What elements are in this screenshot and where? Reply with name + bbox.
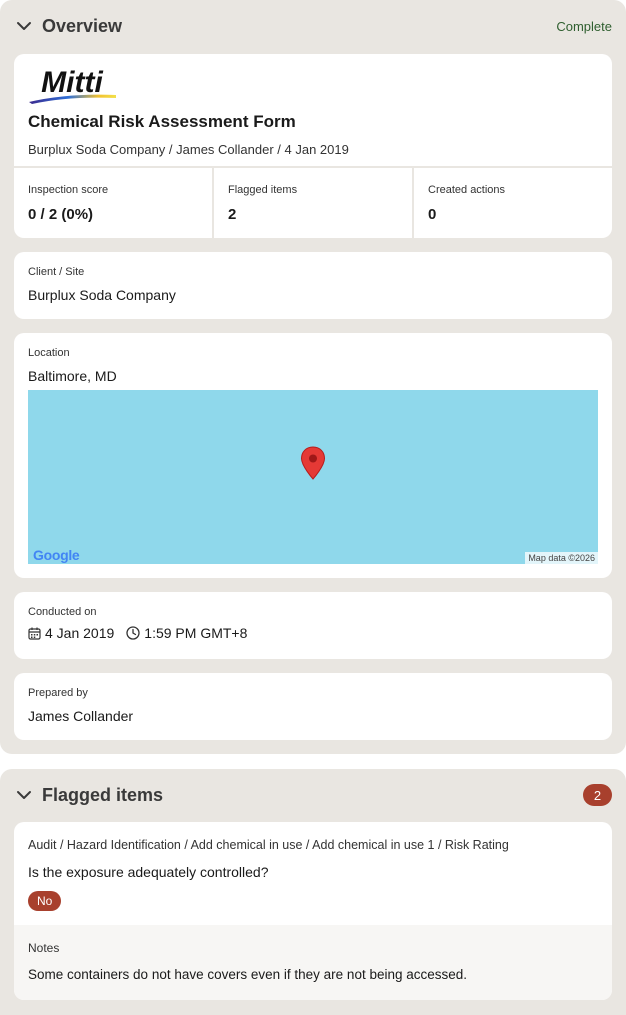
conducted-datetime: 4 Jan 2019 1:59 PM GMT+8 [28,625,247,641]
stat-label: Flagged items [228,184,298,196]
map-pin-icon [300,446,326,480]
calendar-icon [28,627,41,640]
form-title: Chemical Risk Assessment Form [28,112,296,131]
flagged-items-section: Flagged items 2 Audit / Hazard Identific… [0,769,626,1015]
flagged-items-header[interactable]: Flagged items 2 [14,769,612,821]
answer-badge: No [28,891,62,911]
stat-label: Created actions [428,184,506,196]
location-map[interactable]: Google Map data ©2026 [28,390,598,564]
prepared-by-label: Prepared by [28,687,88,699]
conducted-date: 4 Jan 2019 [45,625,115,641]
overview-header[interactable]: Overview Complete [14,0,612,52]
stat-label: Inspection score [28,184,109,196]
conducted-time: 1:59 PM GMT+8 [144,625,248,641]
conducted-on-label: Conducted on [28,606,97,618]
flagged-item-question: Is the exposure adequately controlled? [28,864,269,880]
prepared-by-card: Prepared by James Collander [14,673,612,740]
overview-section: Overview Complete Mitti Chemical Risk As… [0,0,626,754]
mitti-logo: Mitti [29,66,116,104]
status-badge: Complete [556,18,612,34]
prepared-by-value: James Collander [28,708,134,724]
flagged-items-title: Flagged items [42,784,164,805]
client-site-card: Client / Site Burplux Soda Company [14,252,612,319]
clock-icon [126,626,140,640]
stat-flagged-items: Flagged items 2 [214,168,414,238]
stat-inspection-score: Inspection score 0 / 2 (0%) [14,168,214,238]
conducted-on-card: Conducted on 4 Jan 2019 1:59 PM GMT+8 [14,592,612,659]
flagged-item-path: Audit / Hazard Identification / Add chem… [28,838,509,852]
stat-value: 0 [428,206,437,223]
google-logo: Google [33,547,80,563]
client-site-label: Client / Site [28,266,85,278]
notes-panel: Notes Some containers do not have covers… [14,925,612,1000]
report-summary-card: Mitti Chemical Risk Assessment Form Burp… [14,54,612,238]
map-attribution: Map data ©2026 [525,552,598,564]
chevron-down-icon[interactable] [14,16,34,36]
flagged-count-badge: 2 [583,784,612,806]
stat-value: 2 [228,206,237,223]
overview-title: Overview [42,15,123,36]
notes-label: Notes [28,941,60,955]
chevron-down-icon[interactable] [14,785,34,805]
location-value: Baltimore, MD [28,368,117,384]
form-subtitle: Burplux Soda Company / James Collander /… [28,142,349,157]
svg-text:Mitti: Mitti [41,66,103,99]
client-site-value: Burplux Soda Company [28,287,176,303]
flagged-item-card[interactable]: Audit / Hazard Identification / Add chem… [14,822,612,1000]
stat-value: 0 / 2 (0%) [28,206,94,223]
stat-created-actions: Created actions 0 [414,168,612,238]
stats-row: Inspection score 0 / 2 (0%) Flagged item… [14,166,612,238]
location-card: Location Baltimore, MD Google Map data ©… [14,333,612,578]
notes-text: Some containers do not have covers even … [28,967,468,982]
location-label: Location [28,347,70,359]
